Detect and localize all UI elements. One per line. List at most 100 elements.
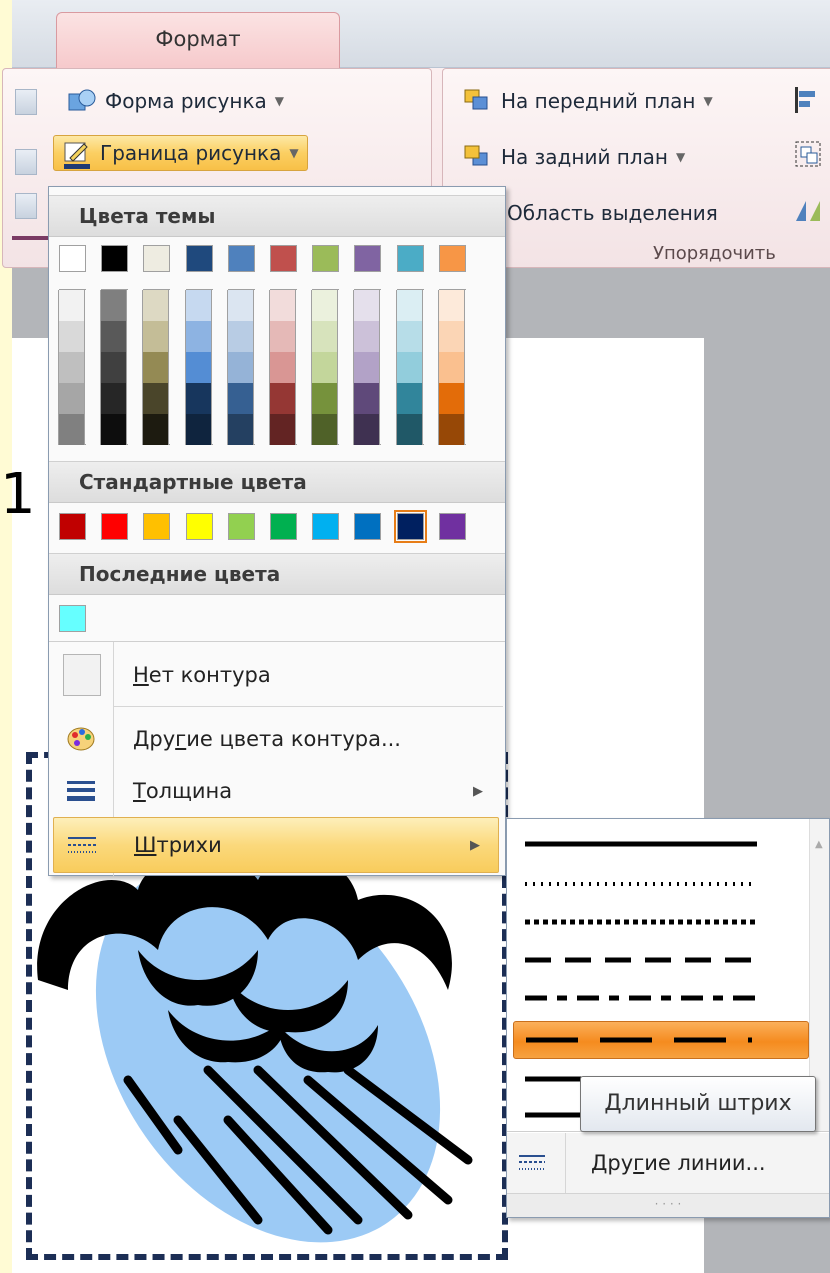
theme-shade-swatch[interactable] [142, 383, 170, 414]
standard-color-swatch[interactable] [227, 513, 255, 540]
send-backward-button[interactable]: На задний план ▼ [463, 139, 685, 175]
theme-shade-swatch[interactable] [311, 321, 339, 352]
standard-color-swatch[interactable] [143, 513, 171, 540]
rain-cloud-clipart[interactable] [28, 820, 498, 1250]
theme-shade-swatch[interactable] [437, 414, 465, 445]
standard-color-swatch[interactable] [101, 513, 129, 540]
theme-shade-swatch[interactable] [437, 352, 465, 383]
theme-color-swatch[interactable] [143, 245, 171, 272]
no-outline-item[interactable]: Нет контура [49, 647, 505, 703]
standard-color-swatch[interactable] [393, 510, 427, 543]
theme-shade-swatch[interactable] [184, 321, 212, 352]
theme-shade-swatch[interactable] [58, 321, 85, 352]
theme-shade-swatch[interactable] [353, 352, 381, 383]
rotate-icon[interactable] [793, 195, 823, 229]
theme-color-swatch[interactable] [270, 245, 297, 272]
theme-shade-swatch[interactable] [311, 414, 339, 445]
theme-shade-swatch[interactable] [395, 321, 423, 352]
theme-shade-swatch[interactable] [311, 352, 339, 383]
bring-forward-button[interactable]: На передний план ▼ [463, 83, 713, 119]
theme-shade-swatch[interactable] [269, 321, 296, 352]
group-icon[interactable] [793, 139, 823, 173]
dash-option-solid[interactable] [513, 823, 809, 865]
theme-shade-swatch[interactable] [353, 383, 381, 414]
more-lines-item[interactable]: Другие линии... [507, 1133, 829, 1193]
theme-shade-swatch[interactable] [58, 352, 85, 383]
theme-shade-swatch[interactable] [353, 414, 381, 445]
gallery-more[interactable] [15, 193, 37, 219]
theme-shade-swatch[interactable] [142, 414, 170, 445]
theme-shade-swatch[interactable] [142, 290, 170, 321]
theme-shade-swatch[interactable] [100, 383, 128, 414]
theme-shade-swatch[interactable] [184, 290, 212, 321]
theme-shade-swatch[interactable] [226, 352, 254, 383]
theme-color-swatch[interactable] [354, 245, 382, 272]
theme-shade-swatch[interactable] [142, 352, 170, 383]
dash-option-dash-dot[interactable] [513, 977, 809, 1019]
theme-shade-swatch[interactable] [100, 414, 128, 445]
dash-option-square-dot[interactable] [513, 901, 809, 943]
dash-option-round-dot[interactable] [513, 863, 809, 905]
dash-option-dash[interactable] [513, 939, 809, 981]
gallery-scroll-down[interactable] [15, 149, 37, 175]
theme-shade-swatch[interactable] [226, 321, 254, 352]
weight-item[interactable]: Толщина ▶ [49, 763, 505, 819]
theme-color-swatch[interactable] [59, 245, 86, 272]
theme-shade-swatch[interactable] [269, 290, 296, 321]
theme-shade-swatch[interactable] [100, 321, 128, 352]
theme-shade-swatch[interactable] [100, 290, 128, 321]
theme-shade-swatch[interactable] [437, 383, 465, 414]
theme-shade-swatch[interactable] [58, 414, 85, 445]
standard-color-swatch[interactable] [354, 513, 382, 540]
theme-shade-swatch[interactable] [184, 414, 212, 445]
theme-color-swatch[interactable] [101, 245, 129, 272]
theme-shade-swatch[interactable] [142, 321, 170, 352]
theme-shade-swatch[interactable] [437, 290, 465, 321]
standard-color-swatch[interactable] [185, 513, 213, 540]
theme-shade-swatch[interactable] [269, 414, 296, 445]
theme-shade-swatch[interactable] [226, 383, 254, 414]
theme-shade-swatch[interactable] [395, 290, 423, 321]
theme-shade-swatch[interactable] [353, 290, 381, 321]
theme-shade-swatch[interactable] [395, 352, 423, 383]
theme-color-swatch[interactable] [185, 245, 213, 272]
theme-shade-swatch[interactable] [437, 321, 465, 352]
dashes-item[interactable]: Штрихи ▶ [53, 817, 499, 873]
theme-shade-swatch[interactable] [226, 414, 254, 445]
theme-shade-swatch[interactable] [226, 290, 254, 321]
theme-shade-swatch[interactable] [353, 321, 381, 352]
theme-shade-swatch[interactable] [269, 352, 296, 383]
recent-color-swatch[interactable] [59, 605, 86, 632]
theme-shade-swatch[interactable] [100, 352, 128, 383]
theme-shade-swatch[interactable] [58, 290, 85, 321]
gallery-scroll-up[interactable] [15, 89, 37, 115]
picture-border-button[interactable]: Граница рисунка ▼ [53, 135, 308, 171]
selection-pane-button[interactable]: Область выделения [507, 195, 718, 231]
theme-color-swatch[interactable] [312, 245, 340, 272]
theme-shade-swatch[interactable] [269, 383, 296, 414]
dash-option-long-dash[interactable] [513, 1021, 809, 1059]
standard-color-swatch[interactable] [59, 513, 86, 540]
theme-shade-swatch[interactable] [184, 352, 212, 383]
standard-color-swatch[interactable] [438, 513, 466, 540]
chevron-down-icon: ▼ [289, 146, 299, 160]
theme-shade-swatch[interactable] [311, 383, 339, 414]
theme-shade-swatch[interactable] [58, 383, 85, 414]
more-outline-colors-item[interactable]: Другие цвета контура... [49, 711, 505, 767]
theme-color-swatch[interactable] [438, 245, 466, 272]
theme-color-swatch[interactable] [227, 245, 255, 272]
theme-shade-swatch[interactable] [184, 383, 212, 414]
standard-color-swatch[interactable] [270, 513, 297, 540]
tab-format[interactable]: Формат [56, 12, 340, 69]
scroll-up-icon[interactable]: ▲ [815, 839, 823, 850]
resize-grip[interactable]: · · · · [507, 1193, 829, 1217]
align-icon[interactable] [793, 85, 819, 119]
theme-color-swatch[interactable] [396, 245, 424, 272]
picture-shape-button[interactable]: Форма рисунка ▼ [67, 83, 284, 119]
theme-shade-column [269, 289, 297, 445]
theme-shade-swatch[interactable] [395, 414, 423, 445]
ribbon-tabstrip: Формат [12, 0, 830, 69]
theme-shade-swatch[interactable] [395, 383, 423, 414]
theme-shade-swatch[interactable] [311, 290, 339, 321]
standard-color-swatch[interactable] [312, 513, 340, 540]
